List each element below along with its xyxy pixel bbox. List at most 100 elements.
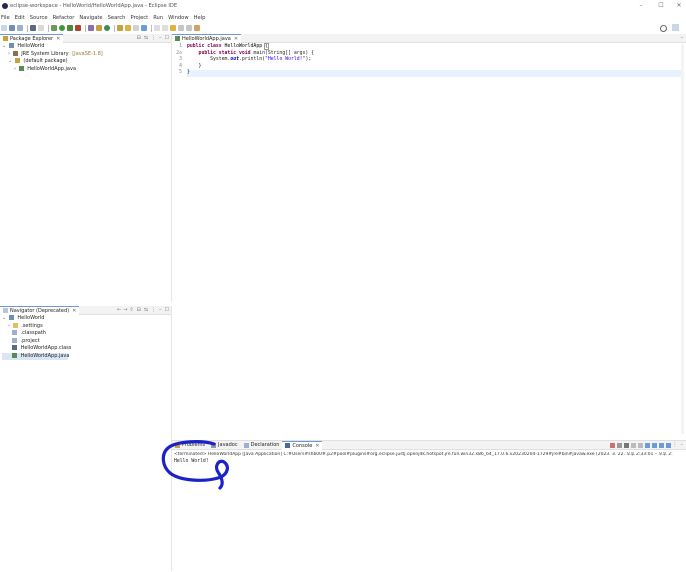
remove-launch-icon[interactable]: [616, 442, 622, 448]
editor-scrollbar[interactable]: [681, 44, 684, 434]
method-call: .println(: [239, 57, 265, 62]
show-on-output-icon[interactable]: [644, 442, 650, 448]
remove-all-icon[interactable]: [623, 442, 629, 448]
menu-source[interactable]: Source: [30, 15, 48, 21]
tab-package-explorer[interactable]: Package Explorer ✕: [0, 33, 64, 43]
pin-console-icon[interactable]: [651, 442, 657, 448]
chevron-down-icon[interactable]: ⌄: [8, 58, 12, 64]
up-icon[interactable]: ⇧: [129, 307, 133, 313]
run-icon[interactable]: [59, 25, 65, 31]
collapse-all-icon[interactable]: ⊟: [137, 35, 141, 41]
maximize-button[interactable]: ☐: [654, 2, 668, 10]
tree-item-jre-library[interactable]: › JRE System Library [JavaSE-1.8]: [2, 50, 171, 59]
view-menu-icon[interactable]: ⋮: [151, 307, 156, 313]
search-icon[interactable]: [125, 25, 131, 31]
tree-item-settings-folder[interactable]: › .settings: [2, 322, 171, 331]
debug-icon[interactable]: [51, 25, 57, 31]
code-area[interactable]: 1 2⊖ 3 4 5 public class HelloWorldApp { …: [172, 43, 686, 77]
back-icon[interactable]: [178, 25, 184, 31]
package-icon: [14, 58, 20, 63]
search-icon[interactable]: [660, 25, 667, 32]
package-explorer-tab-label: Package Explorer: [10, 35, 54, 42]
prev-annotation-icon[interactable]: [162, 25, 168, 31]
tab-hello-world-app[interactable]: HelloWorldApp.java ✕: [172, 33, 242, 43]
tree-item-project[interactable]: ⌄ HelloWorld: [2, 315, 171, 323]
menu-help[interactable]: Help: [194, 15, 206, 21]
close-icon[interactable]: ✕: [72, 307, 76, 315]
window-title: eclipse-workspace - HelloWorld/HelloWorl…: [10, 3, 178, 9]
tree-item-class-file[interactable]: HelloWorldApp.class: [2, 345, 171, 353]
external-tools-icon[interactable]: [75, 25, 81, 31]
tab-declaration[interactable]: Declaration: [241, 441, 283, 449]
perspective-icon[interactable]: [672, 24, 679, 31]
tree-item-project[interactable]: ⌄ HelloWorld: [2, 43, 171, 51]
menu-search[interactable]: Search: [108, 15, 126, 21]
chevron-right-icon[interactable]: ›: [14, 66, 16, 72]
tree-item-project-file[interactable]: .project: [2, 337, 171, 346]
skip-breakpoints-icon[interactable]: [38, 25, 44, 31]
view-menu-icon[interactable]: ⋮: [673, 442, 678, 448]
forward-icon[interactable]: [186, 25, 192, 31]
close-icon[interactable]: ✕: [234, 35, 238, 43]
tree-item-java-file[interactable]: › HelloWorldApp.java: [2, 65, 171, 74]
close-button[interactable]: ✕: [672, 2, 686, 10]
back-icon[interactable]: ←: [117, 307, 121, 313]
new-package-icon[interactable]: [96, 25, 102, 31]
menu-run[interactable]: Run: [153, 15, 163, 21]
console-icon: [285, 443, 291, 448]
new-java-project-icon[interactable]: [88, 25, 94, 31]
chevron-down-icon[interactable]: ⌄: [2, 43, 6, 49]
title-bar: eclipse-workspace - HelloWorld/HelloWorl…: [0, 0, 686, 12]
save-all-icon[interactable]: [17, 25, 23, 31]
terminal-icon[interactable]: [30, 25, 36, 31]
coverage-icon[interactable]: [67, 25, 73, 31]
pin-editor-icon[interactable]: [194, 25, 200, 31]
menu-file[interactable]: File: [1, 15, 10, 21]
view-menu-icon[interactable]: ⋮: [151, 35, 156, 41]
new-icon[interactable]: [1, 25, 7, 31]
close-icon[interactable]: ✕: [315, 442, 319, 450]
close-icon[interactable]: ✕: [56, 35, 60, 43]
minimize-button[interactable]: –: [634, 2, 648, 10]
terminate-icon[interactable]: [609, 442, 615, 448]
scroll-lock-icon[interactable]: [630, 442, 636, 448]
chevron-down-icon[interactable]: ⌄: [2, 315, 6, 321]
console-output[interactable]: <terminated> HelloWorldApp [Java Applica…: [172, 450, 686, 466]
menu-navigate[interactable]: Navigate: [79, 15, 102, 21]
forward-icon[interactable]: →: [123, 307, 127, 313]
new-class-icon[interactable]: [104, 25, 110, 31]
tree-item-java-file[interactable]: HelloWorldApp.java: [2, 352, 69, 360]
minimize-view-icon[interactable]: –: [681, 442, 684, 448]
menu-window[interactable]: Window: [168, 15, 188, 21]
next-annotation-icon[interactable]: [154, 25, 160, 31]
minimize-view-icon[interactable]: –: [159, 307, 162, 313]
menu-edit[interactable]: Edit: [15, 15, 25, 21]
minimize-view-icon[interactable]: –: [159, 35, 162, 41]
toggle-mark-icon[interactable]: [141, 25, 147, 31]
tree-item-label: .project: [20, 337, 40, 344]
tree-item-default-package[interactable]: ⌄ (default package): [2, 58, 171, 66]
chevron-right-icon[interactable]: ›: [8, 51, 10, 57]
open-type-icon[interactable]: [117, 25, 123, 31]
menu-refactor[interactable]: Refactor: [53, 15, 75, 21]
line-number: 5: [179, 70, 182, 75]
minimize-view-icon[interactable]: –: [681, 35, 684, 41]
maximize-view-icon[interactable]: ☐: [165, 307, 169, 313]
link-with-editor-icon[interactable]: ⇆: [144, 35, 148, 41]
display-console-icon[interactable]: [658, 442, 664, 448]
maximize-view-icon[interactable]: ☐: [165, 35, 169, 41]
link-with-editor-icon[interactable]: ⇆: [144, 307, 148, 313]
chevron-right-icon[interactable]: ›: [8, 323, 10, 329]
tab-navigator[interactable]: Navigator (Deprecated) ✕: [0, 305, 80, 315]
save-icon[interactable]: [9, 25, 15, 31]
console-panel: Problems Javadoc Declaration Console ✕ ⋮…: [172, 440, 686, 572]
tab-console[interactable]: Console ✕: [282, 440, 323, 450]
word-wrap-icon[interactable]: [637, 442, 643, 448]
collapse-all-icon[interactable]: ⊟: [137, 307, 141, 313]
annotation-icon[interactable]: [133, 25, 139, 31]
menu-project[interactable]: Project: [130, 15, 148, 21]
open-console-icon[interactable]: [665, 442, 671, 448]
tree-item-classpath[interactable]: .classpath: [2, 330, 171, 338]
last-edit-icon[interactable]: [170, 25, 176, 31]
editor-panel: HelloWorldApp.java ✕ – 1 2⊖ 3 4 5 public…: [172, 33, 686, 436]
